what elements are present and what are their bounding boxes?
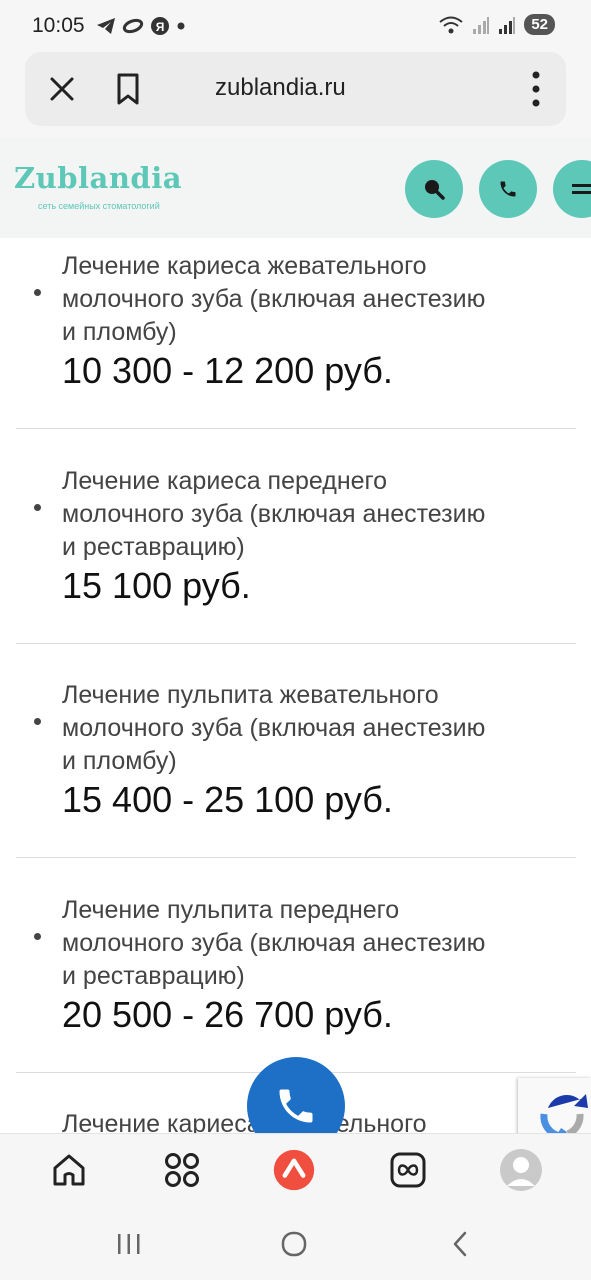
tabs-icon — [390, 1152, 426, 1188]
status-bar: 10:05 Я 52 — [0, 0, 591, 52]
back-icon — [453, 1231, 467, 1257]
notification-icons: Я — [96, 16, 186, 36]
service-name: Лечение кариеса жевательного молочного з… — [62, 252, 486, 346]
site-tagline: сеть семейных стоматологий — [38, 201, 160, 211]
recents-button[interactable] — [109, 1228, 149, 1260]
service-price: 15 100 руб. — [62, 565, 251, 606]
url-text[interactable]: zublandia.ru — [215, 74, 346, 102]
link-icon — [122, 18, 144, 34]
back-button[interactable] — [440, 1228, 480, 1260]
service-name: Лечение кариеса переднего молочного зуба… — [62, 467, 486, 561]
close-icon[interactable] — [47, 74, 77, 104]
divider — [16, 857, 576, 858]
price-list: Лечение кариеса жевательного молочного з… — [0, 238, 591, 1133]
recents-icon — [118, 1234, 140, 1254]
service-name: Лечение пульпита переднего молочного зуб… — [62, 896, 486, 990]
battery-indicator: 52 — [524, 14, 555, 35]
bullet — [34, 718, 41, 725]
home-button[interactable] — [47, 1148, 91, 1192]
svg-text:Я: Я — [156, 20, 165, 34]
service-price: 10 300 - 12 200 руб. — [62, 350, 393, 391]
divider — [16, 428, 576, 429]
profile-icon — [500, 1149, 542, 1191]
signal-icon — [499, 16, 516, 34]
bullet — [34, 289, 41, 296]
profile-button[interactable] — [499, 1148, 543, 1192]
signal-icon — [473, 16, 490, 34]
more-vertical-icon[interactable] — [526, 70, 546, 108]
search-button[interactable] — [405, 160, 463, 218]
alice-icon — [273, 1149, 315, 1191]
service-name: Лечение пульпита жевательного молочного … — [62, 681, 486, 775]
menu-icon — [572, 184, 591, 194]
apps-button[interactable] — [160, 1148, 204, 1192]
bullet — [34, 933, 41, 940]
status-time: 10:05 — [32, 14, 85, 37]
bullet — [34, 504, 41, 511]
system-home-button[interactable] — [274, 1228, 314, 1260]
wifi-icon — [439, 16, 463, 33]
yandex-icon: Я — [151, 17, 169, 35]
browser-toolbar: zublandia.ru — [0, 52, 591, 138]
site-header: Zublandia сеть семейных стоматологий — [0, 138, 591, 238]
alice-button[interactable] — [272, 1148, 316, 1192]
search-icon — [425, 180, 445, 200]
telegram-icon — [97, 18, 115, 34]
dot-icon — [177, 22, 185, 30]
system-navigation-bar — [0, 1208, 591, 1280]
browser-bottom-nav — [0, 1133, 591, 1209]
status-right: 52 — [438, 14, 555, 35]
address-bar[interactable]: zublandia.ru — [25, 52, 566, 126]
phone-icon — [500, 181, 516, 197]
tabs-button[interactable] — [386, 1148, 430, 1192]
menu-button[interactable] — [553, 160, 591, 218]
apps-icon — [165, 1153, 199, 1187]
call-button[interactable] — [479, 160, 537, 218]
service-price: 20 500 - 26 700 руб. — [62, 994, 393, 1035]
bookmark-icon[interactable] — [113, 72, 143, 106]
phone-icon — [279, 1089, 313, 1123]
site-logo[interactable]: Zublandia — [14, 161, 182, 195]
divider — [16, 643, 576, 644]
home-circle-icon — [281, 1231, 307, 1257]
service-price: 15 400 - 25 100 руб. — [62, 779, 393, 820]
home-icon — [53, 1154, 85, 1186]
